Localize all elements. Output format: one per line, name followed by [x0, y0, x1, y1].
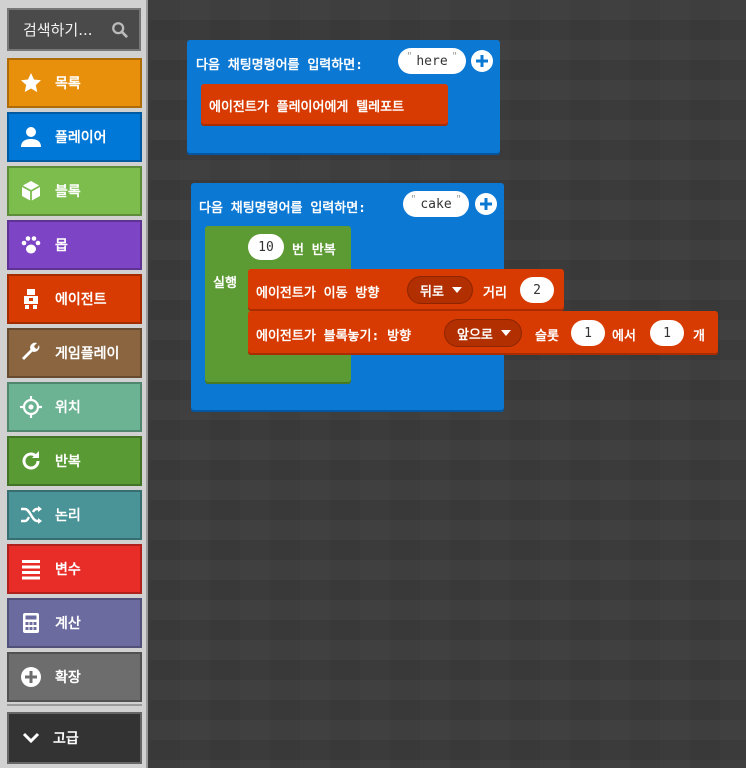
category-label: 블록 [55, 184, 81, 200]
command-text-value: here [416, 53, 448, 69]
robot-icon [9, 274, 53, 324]
slot-label: 슬롯 [535, 329, 559, 344]
paw-icon [9, 220, 53, 270]
category-label: 몹 [55, 238, 68, 254]
category-label: 변수 [55, 562, 81, 578]
agent-teleport-label: 에이전트가 플레이어에게 텔레포트 [209, 100, 405, 115]
search-label: 검색하기... [23, 21, 93, 39]
list-icon [9, 544, 53, 594]
category-label: 반복 [55, 454, 81, 470]
plus-icon [476, 55, 488, 67]
category-player[interactable]: 플레이어 [7, 112, 142, 162]
crosshair-icon [9, 382, 53, 432]
category-positions[interactable]: 위치 [7, 382, 142, 432]
wrench-icon [9, 328, 53, 378]
count-label: 에서 [612, 329, 636, 344]
command-text-value: cake [420, 196, 452, 212]
category-loops[interactable]: 반복 [7, 436, 142, 486]
chat-command-label: 다음 채팅명령어를 입력하면: [199, 201, 367, 216]
repeat-count-input[interactable]: 10 [248, 234, 284, 260]
agent-place-label: 에이전트가 블록놓기: 방향 [256, 329, 412, 344]
place-direction-dropdown[interactable]: 앞으로 [444, 319, 522, 347]
advanced-label: 고급 [53, 731, 79, 747]
command-text-input[interactable]: " here " [398, 48, 466, 74]
category-label: 목록 [55, 76, 81, 92]
search-icon [111, 21, 129, 39]
category-math[interactable]: 계산 [7, 598, 142, 648]
category-logic[interactable]: 논리 [7, 490, 142, 540]
repeat-label: 번 반복 [292, 243, 336, 258]
slot-input[interactable]: 1 [571, 320, 605, 346]
dropdown-caret-icon [500, 330, 511, 336]
agent-teleport-block[interactable]: 에이전트가 플레이어에게 텔레포트 [201, 84, 448, 126]
category-label: 확장 [55, 670, 81, 686]
agent-place-block[interactable]: 에이전트가 블록놓기: 방향 앞으로 슬롯 1 에서 1 개 [248, 311, 718, 355]
category-agent[interactable]: 에이전트 [7, 274, 142, 324]
category-label: 게임플레이 [55, 346, 120, 362]
plus-circle-icon [9, 652, 53, 702]
advanced-toggle[interactable]: 고급 [7, 712, 142, 764]
refresh-icon [9, 436, 53, 486]
cube-icon [9, 166, 53, 216]
move-direction-value: 뒤로 [420, 284, 444, 300]
count-input[interactable]: 1 [650, 320, 684, 346]
chat-command-block-here[interactable]: 다음 채팅명령어를 입력하면: " here " 에이전트가 플레이어에게 텔레포트 [187, 40, 500, 155]
category-label: 위치 [55, 400, 81, 416]
category-gameplay[interactable]: 게임플레이 [7, 328, 142, 378]
block-workspace[interactable]: 다음 채팅명령어를 입력하면: " here " 에이전트가 플레이어에게 텔레포트… [150, 0, 746, 768]
person-icon [9, 112, 53, 162]
agent-move-block[interactable]: 에이전트가 이동 방향 뒤로 거리 2 [248, 269, 564, 311]
category-label: 계산 [55, 616, 81, 632]
category-label: 에이전트 [55, 292, 107, 308]
search-box[interactable]: 검색하기... [7, 8, 141, 51]
category-list[interactable]: 목록 [7, 58, 142, 108]
category-extensions[interactable]: 확장 [7, 652, 142, 702]
plus-icon [480, 198, 492, 210]
chat-command-label: 다음 채팅명령어를 입력하면: [196, 58, 364, 73]
move-direction-dropdown[interactable]: 뒤로 [407, 276, 473, 304]
dropdown-caret-icon [451, 287, 462, 293]
chevron-down-icon [9, 728, 53, 748]
toolbox-separator [7, 704, 142, 706]
chat-command-block-cake[interactable]: 다음 채팅명령어를 입력하면: " cake " 10 번 반복 실행 에이전트가 … [191, 183, 718, 412]
repeat-count-value: 10 [258, 239, 274, 255]
category-mobs[interactable]: 몹 [7, 220, 142, 270]
add-parameter-button[interactable] [471, 50, 493, 72]
add-parameter-button[interactable] [475, 193, 497, 215]
category-blocks[interactable]: 블록 [7, 166, 142, 216]
count-value: 1 [663, 325, 671, 341]
distance-value: 2 [533, 282, 541, 298]
category-variables[interactable]: 변수 [7, 544, 142, 594]
category-label: 플레이어 [55, 130, 107, 146]
distance-label: 거리 [483, 286, 507, 301]
calculator-icon [9, 598, 53, 648]
agent-move-label: 에이전트가 이동 방향 [256, 286, 380, 301]
command-text-input[interactable]: " cake " [403, 191, 469, 217]
category-label: 논리 [55, 508, 81, 524]
place-direction-value: 앞으로 [457, 327, 493, 343]
distance-input[interactable]: 2 [520, 277, 554, 303]
toolbox: 검색하기... 목록 플레이어 블록 몹 에이전트 게임플레이 위치 반복 논리… [0, 0, 148, 768]
count-suffix: 개 [693, 329, 705, 344]
do-label: 실행 [213, 276, 237, 291]
star-icon [9, 58, 53, 108]
slot-value: 1 [584, 325, 592, 341]
shuffle-icon [9, 490, 53, 540]
